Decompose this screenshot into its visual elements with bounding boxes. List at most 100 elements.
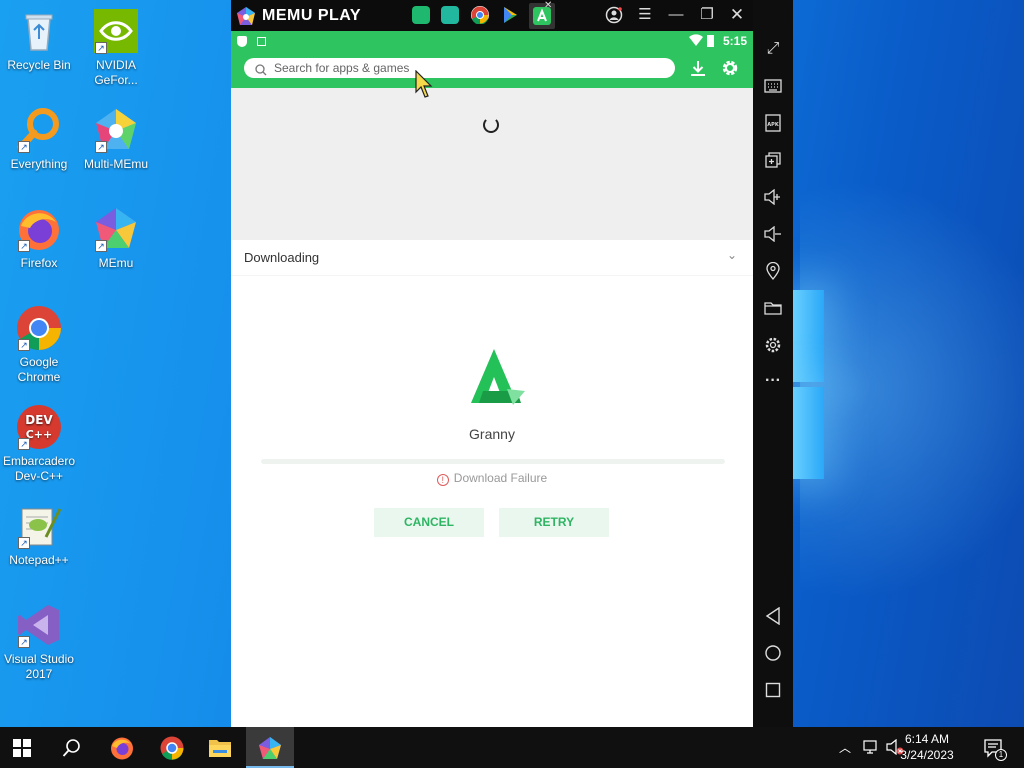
downloading-section-header[interactable]: Downloading ⌄ (231, 240, 753, 276)
start-windows-icon[interactable] (13, 739, 31, 757)
memu-titlebar: MEMU PLAY ✕ ☰ — ❐ ✕ ‹‹‹ (231, 0, 793, 31)
desktop-icon-nvidia[interactable]: ↗ NVIDIA GeFor... (77, 8, 155, 88)
tab-close-icon[interactable]: ✕ (544, 0, 552, 11)
folder-icon[interactable] (762, 297, 784, 319)
account-icon[interactable] (603, 4, 625, 26)
memu-sidebar: ⤢ APK ··· (753, 0, 793, 727)
network-icon[interactable] (863, 739, 881, 760)
multi-memu-icon: ↗ (93, 107, 139, 153)
clock-date: 3/24/2023 (900, 748, 954, 762)
search-placeholder: Search for apps & games (274, 61, 410, 75)
menu-icon[interactable]: ☰ (634, 4, 656, 26)
wallpaper-glow (800, 180, 1024, 600)
apk-install-icon[interactable]: APK (762, 112, 784, 134)
desktop-icon-label: Embarcadero Dev-C++ (2, 454, 76, 483)
apkpure-logo-icon (463, 345, 525, 407)
tab-app-2-icon[interactable] (441, 6, 459, 24)
desktop-icon-devcpp[interactable]: DEV C++ ↗ Embarcadero Dev-C++ (0, 404, 78, 484)
notepadpp-icon: ↗ (16, 503, 62, 549)
desktop-icon-multi-memu[interactable]: ↗ Multi-MEmu (77, 107, 155, 172)
banner-area (231, 88, 753, 240)
app-name: Granny (469, 426, 515, 442)
everything-search-icon: ↗ (16, 107, 62, 153)
desktop-icon-label: Notepad++ (9, 553, 69, 567)
nvidia-icon: ↗ (93, 8, 139, 54)
desktop-icon-label: NVIDIA GeFor... (94, 58, 138, 87)
home-circle-icon[interactable] (762, 642, 784, 664)
tray-chevron-up-icon[interactable]: ︿ (839, 739, 851, 756)
taskbar-firefox-icon[interactable] (110, 736, 134, 760)
wifi-icon (689, 34, 703, 50)
svg-text:APK: APK (767, 122, 780, 128)
taskbar: ︿ 6:14 AM 3/24/2023 1 (0, 727, 1024, 768)
desktop-icon-label: Google Chrome (17, 355, 61, 384)
taskbar-chrome-icon[interactable] (160, 736, 184, 760)
shield-notification-icon (237, 35, 247, 47)
tab-chrome-icon[interactable] (471, 6, 489, 25)
clock[interactable]: 6:14 AM 3/24/2023 (892, 731, 962, 763)
download-icon[interactable] (689, 59, 707, 82)
retry-button[interactable]: RETRY (499, 508, 609, 537)
memu-window: MEMU PLAY ✕ ☰ — ❐ ✕ ‹‹‹ 5:15 (231, 0, 793, 727)
mouse-pointer-icon (415, 69, 435, 100)
app-bar: Search for apps & games (231, 51, 753, 88)
notification-count-badge: 1 (995, 749, 1007, 761)
clock-time: 6:14 AM (904, 732, 950, 746)
back-triangle-icon[interactable] (762, 605, 784, 627)
search-icon (255, 62, 267, 82)
taskbar-memu-icon (258, 736, 282, 760)
windows-logo-art (790, 285, 830, 485)
apk-notification-icon (257, 36, 266, 46)
recents-square-icon[interactable] (762, 679, 784, 701)
download-progress-bar (261, 459, 725, 464)
desktop-icon-label: MEmu (98, 256, 134, 270)
download-status-text: Download Failure (453, 471, 548, 485)
more-options-icon[interactable]: ··· (762, 370, 784, 392)
desktop-icon-memu[interactable]: ↗ MEmu (77, 206, 155, 271)
desktop-icon-recycle-bin[interactable]: Recycle Bin (0, 8, 78, 73)
desktop-icon-visual-studio[interactable]: ↗ Visual Studio 2017 (0, 602, 78, 682)
recycle-bin-icon (16, 8, 62, 54)
volume-down-icon[interactable] (762, 223, 784, 245)
location-pin-icon[interactable] (762, 260, 784, 282)
desktop-icon-label: Multi-MEmu (83, 157, 148, 171)
volume-up-icon[interactable] (762, 186, 784, 208)
cancel-button[interactable]: CANCEL (374, 508, 484, 537)
keyboard-icon[interactable] (762, 75, 784, 97)
desktop-icon-label: Firefox (20, 256, 58, 270)
desktop-icon-everything[interactable]: ↗ Everything (0, 107, 78, 172)
loading-spinner-icon (483, 117, 499, 133)
tab-app-1-icon[interactable] (412, 6, 430, 24)
fullscreen-icon[interactable]: ⤢ (762, 38, 784, 60)
desktop-icon-firefox[interactable]: ↗ Firefox (0, 206, 78, 271)
memu-icon: ↗ (93, 206, 139, 252)
visual-studio-icon: ↗ (16, 602, 62, 648)
warning-icon: ! (436, 474, 449, 486)
android-status-bar: 5:15 (231, 31, 753, 51)
settings-gear-icon[interactable] (721, 59, 739, 82)
minimize-icon[interactable]: — (665, 4, 687, 26)
search-input[interactable]: Search for apps & games (244, 58, 675, 78)
settings-icon[interactable] (762, 334, 784, 356)
tab-play-store-icon[interactable] (501, 6, 519, 24)
svg-text:DEV: DEV (25, 413, 53, 427)
multi-window-icon[interactable] (762, 149, 784, 171)
desktop-icon-notepadpp[interactable]: ↗ Notepad++ (0, 503, 78, 568)
desktop-icon-label: Recycle Bin (7, 58, 71, 72)
close-icon[interactable]: ✕ (726, 4, 748, 26)
memu-brand: MEMU PLAY (262, 6, 362, 24)
battery-icon (707, 35, 714, 47)
android-screen: 5:15 Search for apps & games Downloading… (231, 31, 753, 727)
taskbar-file-explorer-icon[interactable] (208, 736, 232, 760)
chevron-down-icon[interactable]: ⌄ (727, 248, 737, 262)
devcpp-icon: DEV C++ ↗ (16, 404, 62, 450)
taskbar-search-icon[interactable] (62, 738, 86, 762)
status-time: 5:15 (722, 34, 747, 48)
desktop-icon-label: Visual Studio 2017 (4, 652, 74, 681)
firefox-icon: ↗ (16, 206, 62, 252)
download-status: ! Download Failure (231, 471, 753, 486)
taskbar-memu-active[interactable] (246, 727, 294, 768)
desktop-icon-label: Everything (10, 157, 68, 171)
restore-icon[interactable]: ❐ (696, 4, 718, 26)
desktop-icon-chrome[interactable]: ↗ Google Chrome (0, 305, 78, 385)
